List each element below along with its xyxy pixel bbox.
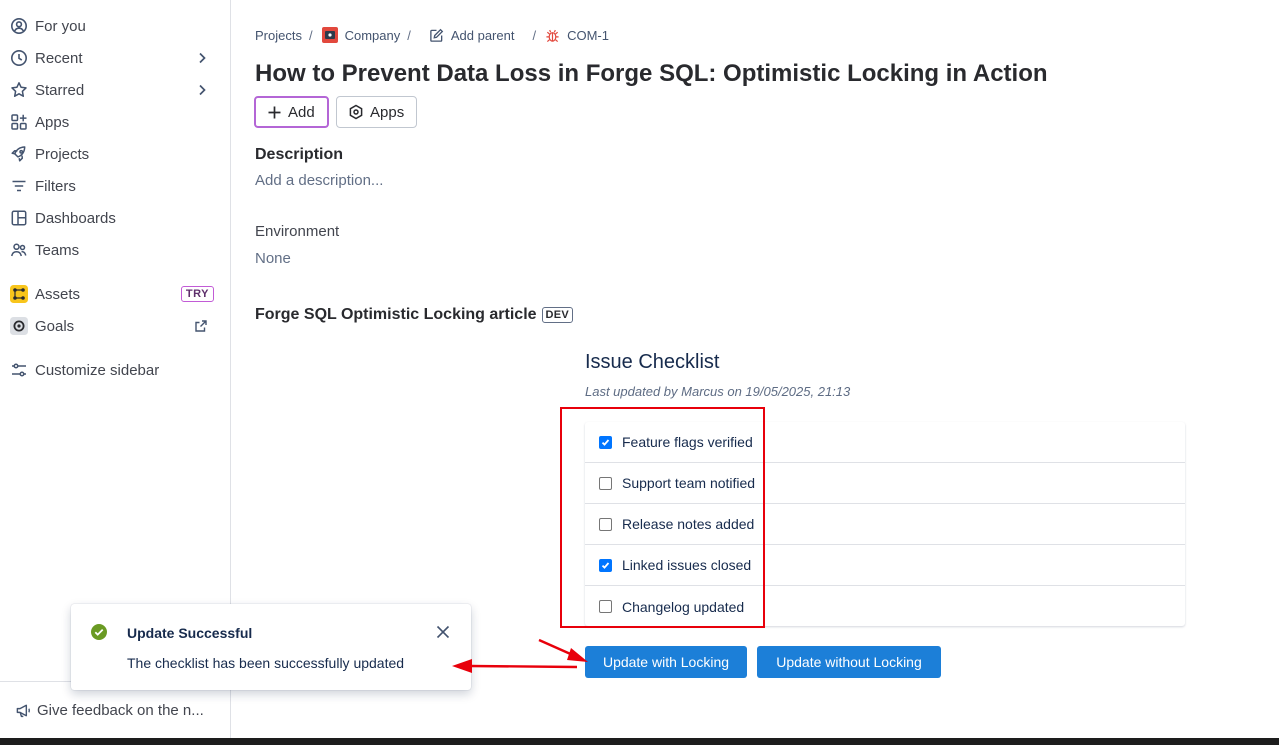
description-field[interactable]: Add a description... <box>255 172 383 189</box>
checklist-item-label: Linked issues closed <box>622 557 752 573</box>
checklist-item[interactable]: Changelog updated <box>585 586 1185 627</box>
sliders-icon <box>10 361 28 379</box>
checklist-title: Issue Checklist <box>585 351 720 373</box>
sidebar-item-label: Dashboards <box>35 209 116 227</box>
checkbox-unchecked[interactable] <box>599 476 612 490</box>
checklist-item[interactable]: Release notes added <box>585 504 1185 545</box>
edit-icon <box>430 28 444 42</box>
sidebar-item-dashboards[interactable]: Dashboards <box>0 202 230 234</box>
breadcrumb-company[interactable]: Company <box>321 27 401 43</box>
sidebar-item-label: Apps <box>35 113 70 131</box>
add-button-label: Add <box>288 103 315 121</box>
checklist-item-label: Support team notified <box>622 475 756 491</box>
sidebar-item-starred[interactable]: Starred <box>0 74 230 106</box>
environment-value[interactable]: None <box>255 250 291 267</box>
sidebar-item-label: Filters <box>35 177 76 195</box>
environment-label: Environment <box>255 223 340 240</box>
update-with-locking-button[interactable]: Update with Locking <box>585 646 747 678</box>
breadcrumb-separator: / <box>407 27 411 43</box>
sidebar-item-projects[interactable]: Projects <box>0 138 230 170</box>
sidebar-item-goals[interactable]: Goals <box>0 310 230 342</box>
breadcrumb-issue-key[interactable]: COM-1 <box>545 28 609 43</box>
sidebar-item-label: Teams <box>35 241 80 259</box>
rocket-icon <box>10 145 28 163</box>
breadcrumb-company-label: Company <box>344 27 401 43</box>
breadcrumb-separator: / <box>532 27 537 43</box>
goals-icon <box>10 317 28 335</box>
add-button[interactable]: Add <box>254 96 329 128</box>
plus-icon <box>268 106 281 118</box>
checkbox-unchecked[interactable] <box>599 600 612 613</box>
external-link-icon <box>195 320 207 332</box>
company-project-icon <box>321 27 338 43</box>
page-title[interactable]: How to Prevent Data Loss in Forge SQL: O… <box>255 60 1048 88</box>
user-circle-icon <box>10 17 28 35</box>
sidebar-item-label: Customize sidebar <box>35 361 160 379</box>
apps-button-label: Apps <box>370 103 405 121</box>
breadcrumb: Projects / Company / Add parent / COM-1 <box>255 26 609 44</box>
sidebar-item-filters[interactable]: Filters <box>0 170 230 202</box>
feedback-label: Give feedback on the n... <box>37 701 204 719</box>
dev-badge: DEV <box>541 307 574 323</box>
breadcrumb-add-parent-label: Add parent <box>450 27 515 43</box>
clock-icon <box>10 49 28 67</box>
checklist-last-updated: Last updated by Marcus on 19/05/2025, 21… <box>585 384 851 399</box>
breadcrumb-issue-key-label: COM-1 <box>567 27 609 43</box>
sidebar-item-label: Assets <box>35 285 81 303</box>
star-icon <box>10 81 28 99</box>
sidebar-item-recent[interactable]: Recent <box>0 42 230 74</box>
checklist-item-label: Feature flags verified <box>622 434 753 450</box>
checklist-item-label: Release notes added <box>622 516 755 532</box>
apps-button[interactable]: Apps <box>336 96 417 128</box>
update-without-locking-button[interactable]: Update without Locking <box>757 646 941 678</box>
breadcrumb-separator: / <box>308 27 313 43</box>
apps-grid-icon <box>10 113 28 131</box>
sidebar-item-assets[interactable]: Assets TRY <box>0 278 230 310</box>
sidebar-item-label: Recent <box>35 49 83 67</box>
annotation-arrow-to-button <box>538 638 588 662</box>
sidebar-item-label: For you <box>35 17 86 35</box>
sidebar-item-teams[interactable]: Teams <box>0 234 230 266</box>
apps-hexagon-icon <box>349 104 363 120</box>
sidebar-item-apps[interactable]: Apps <box>0 106 230 138</box>
toast-title: Update Successful <box>127 625 253 641</box>
toast-message: The checklist has been successfully upda… <box>127 655 405 671</box>
checkbox-unchecked[interactable] <box>599 517 612 531</box>
checkbox-checked[interactable] <box>599 558 612 572</box>
checklist-item[interactable]: Linked issues closed <box>585 545 1185 586</box>
sidebar-item-customize[interactable]: Customize sidebar <box>0 354 230 386</box>
filter-icon <box>10 177 28 195</box>
app-panel-title-text: Forge SQL Optimistic Locking article <box>255 306 537 323</box>
checklist-item-label: Changelog updated <box>622 598 745 615</box>
try-badge: TRY <box>180 286 214 302</box>
checklist-item[interactable]: Support team notified <box>585 463 1185 504</box>
breadcrumb-projects[interactable]: Projects <box>255 28 302 43</box>
app-panel-title: Forge SQL Optimistic Locking article DEV <box>255 306 574 324</box>
description-heading: Description <box>255 146 344 163</box>
people-icon <box>10 241 28 259</box>
checklist-item[interactable]: Feature flags verified <box>585 422 1185 463</box>
sidebar-item-label: Starred <box>35 81 85 99</box>
breadcrumb-add-parent[interactable]: Add parent <box>429 27 515 43</box>
close-icon[interactable] <box>435 624 451 640</box>
sidebar-item-label: Goals <box>35 317 75 335</box>
success-toast: Update Successful The checklist has been… <box>71 604 471 690</box>
sidebar-item-for-you[interactable]: For you <box>0 10 230 42</box>
success-check-icon <box>91 624 107 640</box>
chevron-right-icon[interactable] <box>194 82 210 98</box>
bug-icon <box>546 29 559 42</box>
chevron-right-icon[interactable] <box>194 50 210 66</box>
bottom-taskbar <box>0 738 1279 745</box>
dashboard-icon <box>10 209 28 227</box>
megaphone-icon <box>16 704 30 717</box>
checklist: Feature flags verified Support team noti… <box>585 422 1185 626</box>
assets-icon <box>10 285 28 303</box>
sidebar-item-label: Projects <box>35 145 90 163</box>
checkbox-checked[interactable] <box>599 435 612 449</box>
